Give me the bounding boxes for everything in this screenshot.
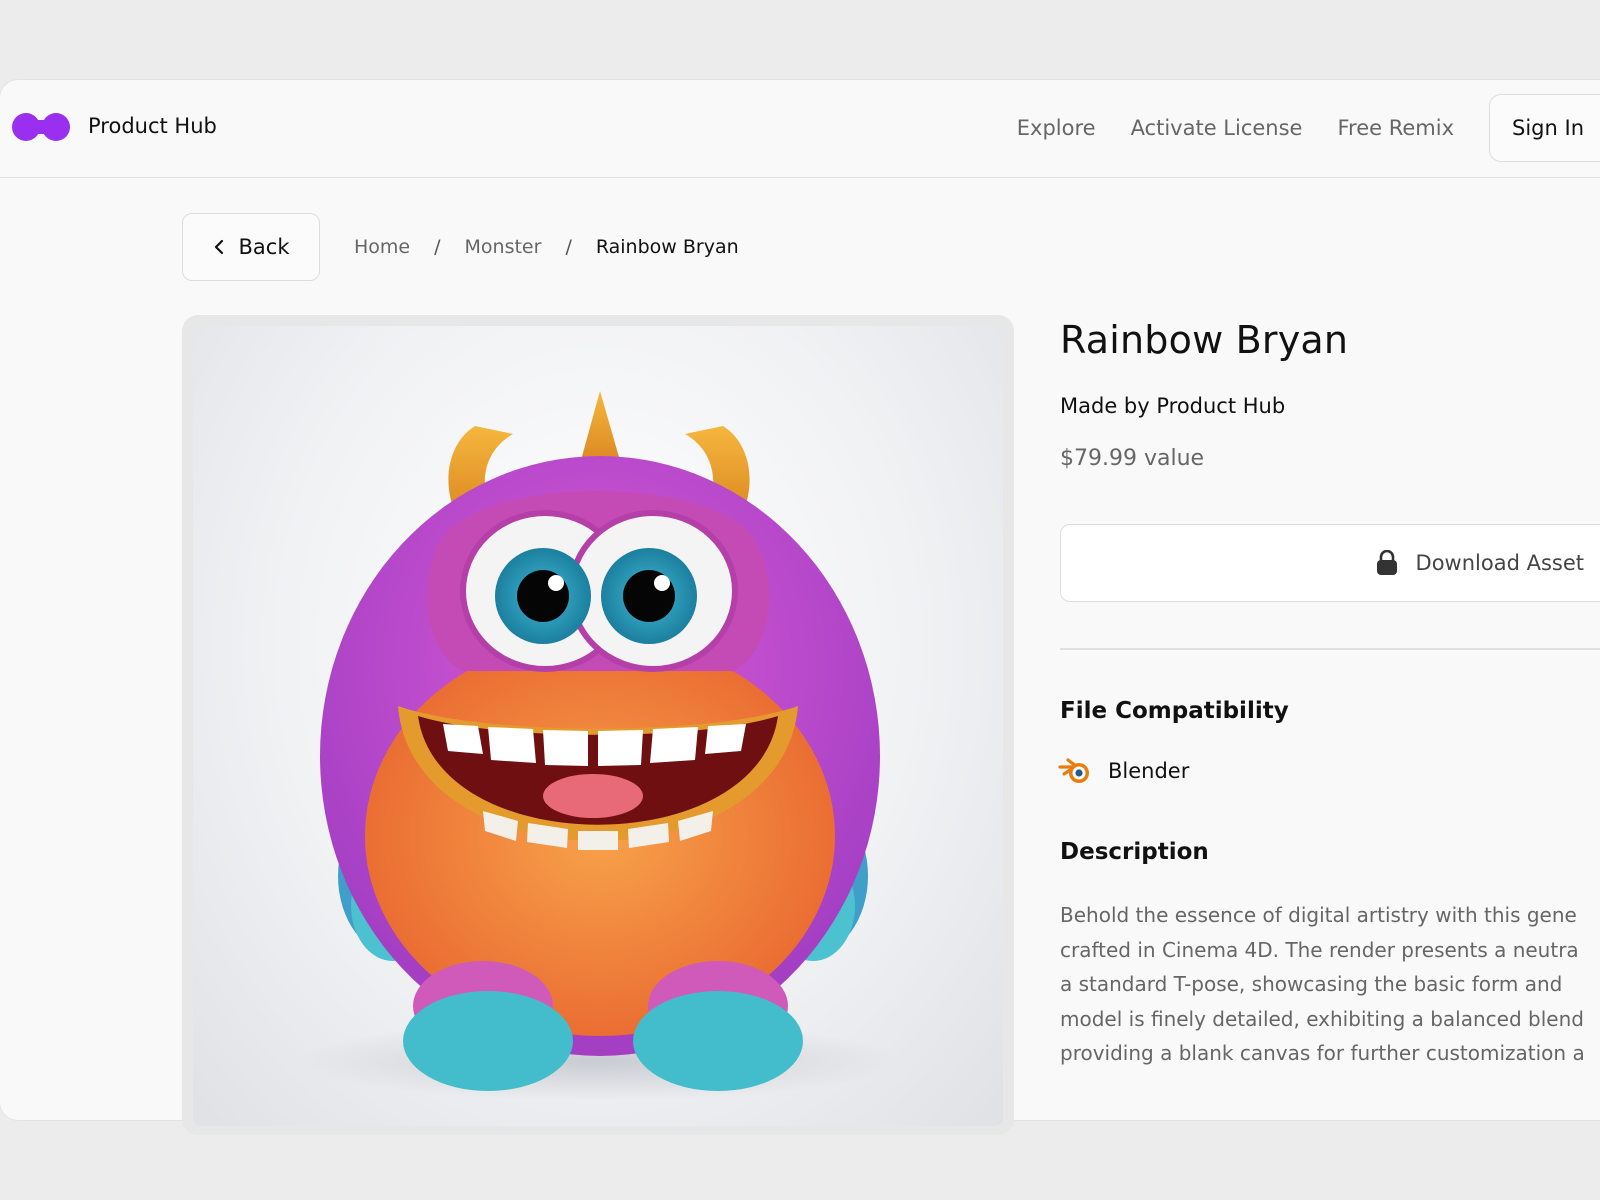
- description-heading: Description: [1060, 839, 1209, 865]
- compatibility-item: Blender: [1058, 756, 1189, 786]
- product-image-frame: [182, 315, 1014, 1135]
- chevron-left-icon: [214, 239, 223, 255]
- breadcrumb-separator: /: [434, 236, 441, 258]
- breadcrumb-separator: /: [565, 236, 572, 258]
- description-line: a standard T-pose, showcasing the basic …: [1060, 972, 1563, 996]
- description-line: Behold the essence of digital artistry w…: [1060, 903, 1577, 927]
- breadcrumb-monster[interactable]: Monster: [465, 236, 542, 258]
- back-button[interactable]: Back: [182, 213, 320, 281]
- sign-in-button[interactable]: Sign In: [1489, 94, 1600, 162]
- logo-icon[interactable]: [12, 112, 70, 142]
- description-line: model is finely detailed, exhibiting a b…: [1060, 1006, 1584, 1031]
- blender-icon: [1058, 758, 1089, 783]
- top-navbar: Product Hub Explore Activate License Fre…: [0, 80, 1600, 178]
- breadcrumb-trail: Home / Monster / Rainbow Bryan: [354, 236, 739, 258]
- download-label: Download Asset: [1415, 551, 1584, 575]
- section-divider: [1060, 648, 1600, 650]
- product-title: Rainbow Bryan: [1060, 318, 1349, 362]
- product-info: Rainbow Bryan Made by Product Hub $79.99…: [1060, 318, 1348, 471]
- nav-free-remix[interactable]: Free Remix: [1337, 116, 1454, 140]
- product-price: $79.99 value: [1060, 446, 1205, 471]
- nav-links: Explore Activate License Free Remix Sign…: [1017, 94, 1600, 162]
- nav-activate-license[interactable]: Activate License: [1131, 116, 1303, 140]
- compatibility-label: Blender: [1108, 759, 1190, 783]
- breadcrumb: Back Home / Monster / Rainbow Bryan: [182, 213, 739, 281]
- breadcrumb-home[interactable]: Home: [354, 236, 410, 258]
- back-label: Back: [238, 235, 290, 259]
- description-text: Behold the essence of digital artistry w…: [1060, 898, 1600, 1071]
- monster-illustration: [298, 391, 898, 1101]
- breadcrumb-current: Rainbow Bryan: [595, 236, 739, 258]
- nav-explore[interactable]: Explore: [1017, 116, 1096, 140]
- download-asset-button[interactable]: Download Asset: [1060, 524, 1600, 602]
- description-line: providing a blank canvas for further cus…: [1060, 1041, 1585, 1065]
- product-maker: Made by Product Hub: [1060, 394, 1286, 418]
- lock-icon: [1376, 550, 1397, 575]
- product-image[interactable]: [193, 326, 1003, 1126]
- brand-name[interactable]: Product Hub: [88, 114, 217, 138]
- description-line: crafted in Cinema 4D. The render present…: [1060, 937, 1579, 962]
- file-compatibility-heading: File Compatibility: [1060, 698, 1289, 724]
